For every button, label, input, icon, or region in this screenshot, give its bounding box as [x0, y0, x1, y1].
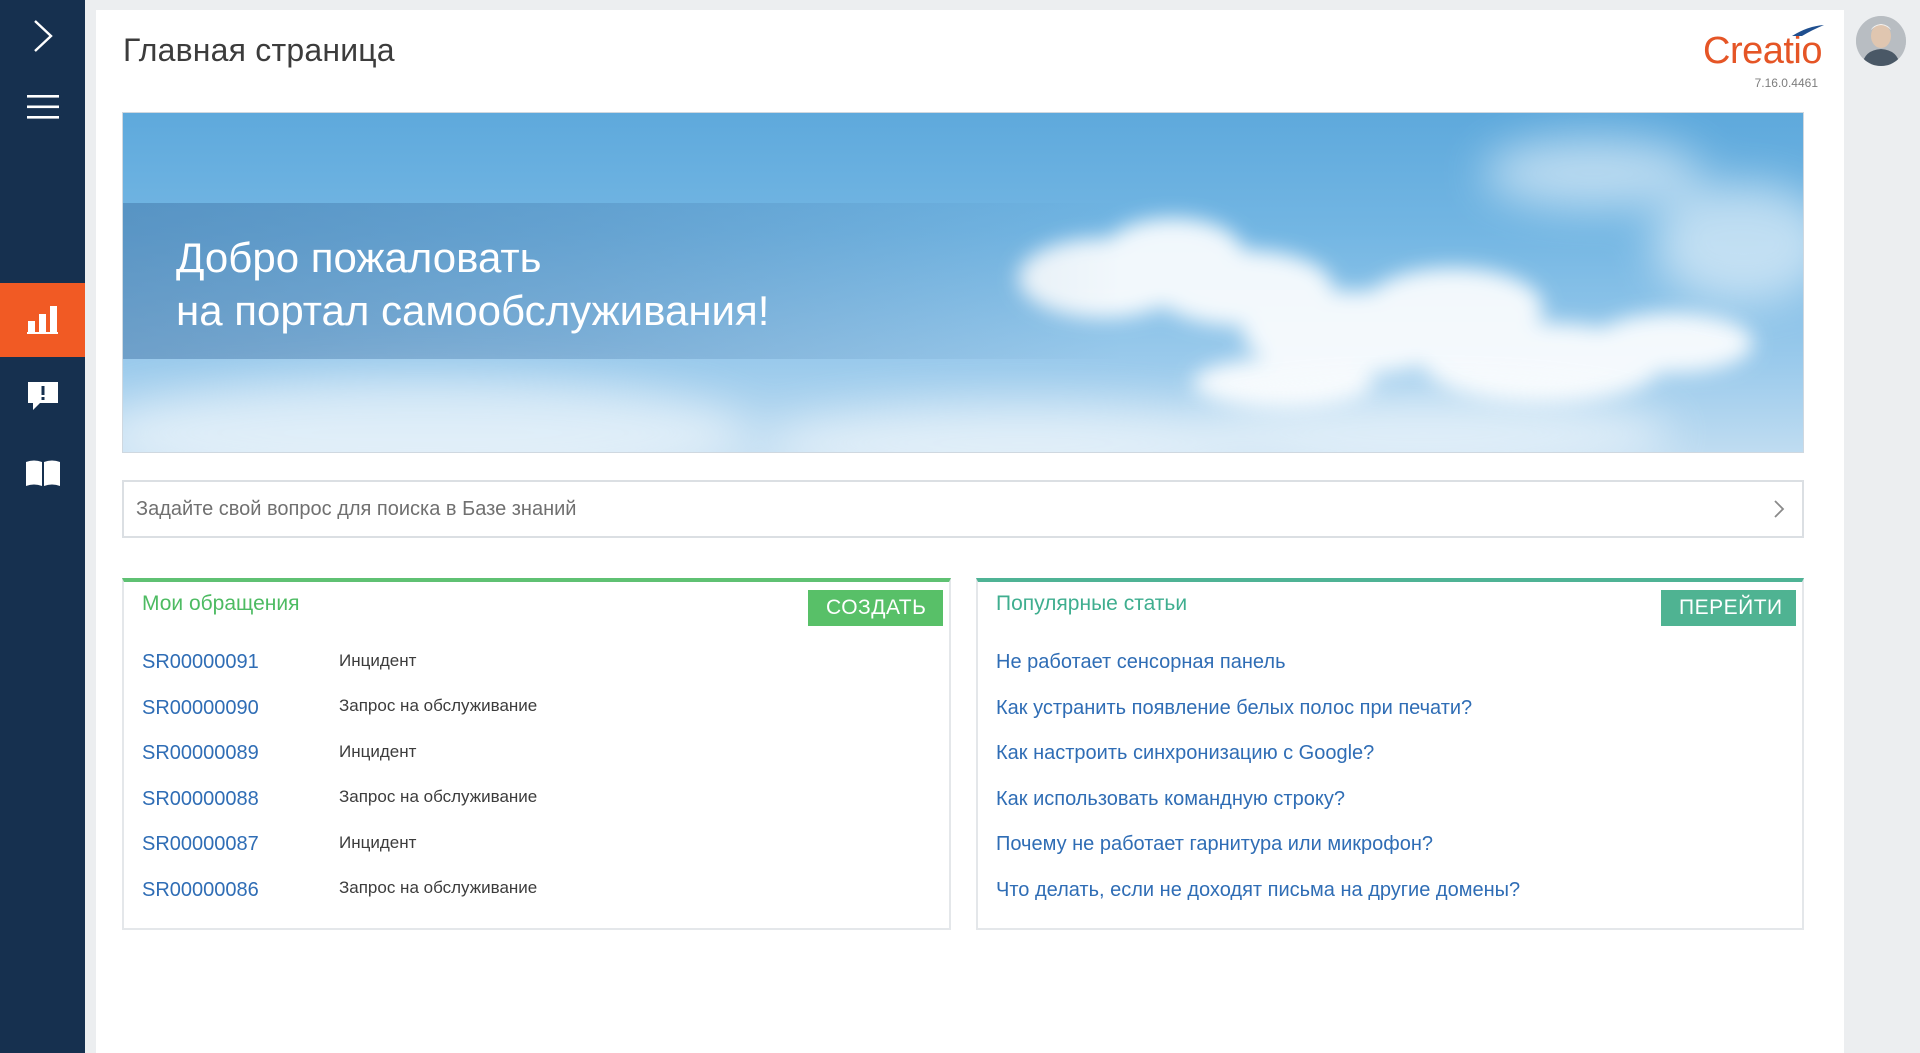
page-title: Главная страница	[123, 32, 395, 68]
sidebar-item-dashboard[interactable]	[0, 283, 85, 357]
go-to-articles-button[interactable]: ПЕРЕЙТИ	[1661, 590, 1796, 626]
list-item: Как настроить синхронизацию с Google?	[996, 731, 1520, 777]
banner-line-2: на портал самообслуживания!	[176, 287, 770, 334]
banner-heading: Добро пожаловать на портал самообслужива…	[176, 231, 769, 337]
chevron-right-icon	[1774, 500, 1785, 518]
create-case-button[interactable]: СОЗДАТЬ	[808, 590, 943, 626]
case-type: Запрос на обслуживание	[339, 787, 538, 807]
my-cases-panel: Мои обращения СОЗДАТЬ SR00000091 Инциден…	[122, 578, 951, 930]
list-item: Не работает сенсорная панель	[996, 640, 1520, 686]
knowledge-search-input[interactable]	[124, 482, 1754, 536]
case-number-link[interactable]: SR00000090	[142, 697, 339, 720]
case-number-link[interactable]: SR00000091	[142, 651, 339, 674]
case-number-link[interactable]: SR00000088	[142, 788, 339, 811]
article-link[interactable]: Как настроить синхронизацию с Google?	[996, 742, 1374, 765]
app-version: 7.16.0.4461	[1754, 76, 1818, 90]
expand-sidebar-button[interactable]	[0, 12, 85, 60]
welcome-banner: Добро пожаловать на портал самообслужива…	[122, 112, 1804, 453]
case-number-link[interactable]: SR00000087	[142, 833, 339, 856]
case-row: SR00000088 Запрос на обслуживание	[142, 777, 537, 823]
case-type: Запрос на обслуживание	[339, 696, 538, 716]
sidebar-item-cases[interactable]	[0, 366, 85, 426]
case-row: SR00000086 Запрос на обслуживание	[142, 868, 537, 914]
case-type: Инцидент	[339, 650, 417, 670]
list-item: Почему не работает гарнитура или микрофо…	[996, 822, 1520, 868]
case-row: SR00000090 Запрос на обслуживание	[142, 686, 537, 732]
article-link[interactable]: Как устранить появление белых полос при …	[996, 697, 1472, 720]
logo-swoosh-icon	[1792, 25, 1824, 36]
list-item: Что делать, если не доходят письма на др…	[996, 868, 1520, 914]
case-number-link[interactable]: SR00000086	[142, 879, 339, 902]
case-number-link[interactable]: SR00000089	[142, 742, 339, 765]
main-menu-button[interactable]	[0, 82, 85, 132]
popular-articles-panel: Популярные статьи ПЕРЕЙТИ Не работает се…	[976, 578, 1804, 930]
user-avatar[interactable]	[1856, 16, 1906, 66]
my-cases-title: Мои обращения	[142, 592, 300, 615]
case-row: SR00000091 Инцидент	[142, 640, 537, 686]
creatio-logo[interactable]: Creatio	[1703, 25, 1824, 70]
case-type: Инцидент	[339, 741, 417, 761]
user-avatar-icon	[1856, 16, 1906, 66]
case-row: SR00000087 Инцидент	[142, 822, 537, 868]
case-type: Запрос на обслуживание	[339, 878, 538, 898]
article-link[interactable]: Как использовать командную строку?	[996, 788, 1345, 811]
alert-message-icon	[27, 382, 58, 410]
left-sidebar	[0, 0, 85, 1053]
open-book-icon	[25, 460, 60, 486]
article-link[interactable]: Не работает сенсорная панель	[996, 651, 1285, 674]
search-submit-button[interactable]	[1764, 494, 1794, 524]
popular-articles-title: Популярные статьи	[996, 592, 1188, 615]
hamburger-menu-icon	[26, 95, 59, 119]
article-link[interactable]: Почему не работает гарнитура или микрофо…	[996, 833, 1433, 856]
main-content: Главная страница Creatio 7.16.0.4461 Доб…	[96, 10, 1844, 1053]
case-row: SR00000089 Инцидент	[142, 731, 537, 777]
chevron-right-icon	[33, 20, 53, 52]
brand-block: Creatio 7.16.0.4461	[1703, 25, 1824, 90]
banner-line-1: Добро пожаловать	[176, 234, 542, 281]
cases-list: SR00000091 Инцидент SR00000090 Запрос на…	[142, 640, 537, 913]
sidebar-item-knowledge-base[interactable]	[0, 443, 85, 503]
case-type: Инцидент	[339, 832, 417, 852]
knowledge-search	[122, 480, 1804, 538]
article-link[interactable]: Что делать, если не доходят письма на др…	[996, 879, 1520, 902]
list-item: Как устранить появление белых полос при …	[996, 686, 1520, 732]
articles-list: Не работает сенсорная панель Как устрани…	[996, 640, 1520, 913]
list-item: Как использовать командную строку?	[996, 777, 1520, 823]
bar-chart-icon	[26, 306, 58, 334]
